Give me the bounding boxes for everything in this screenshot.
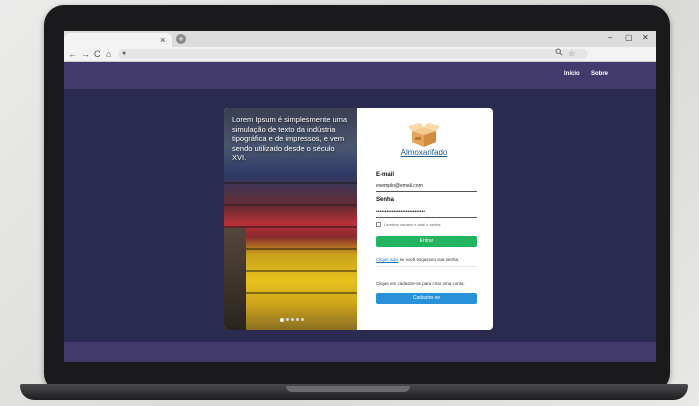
box-logo-icon	[408, 123, 440, 147]
browser-tab-bar: × + – ▢ ✕	[64, 31, 656, 47]
carousel-dot[interactable]	[286, 318, 289, 321]
carousel-dot[interactable]	[296, 318, 299, 321]
laptop-notch	[286, 386, 410, 392]
browser-toolbar: ← → C ⌂ ● ☆	[64, 47, 656, 62]
shelf-line	[224, 182, 357, 184]
brand-title: Almoxarifado	[400, 148, 448, 157]
star-icon[interactable]: ☆	[568, 48, 575, 60]
nav-link-sobre[interactable]: Sobre	[591, 71, 608, 77]
carousel-dot[interactable]	[280, 317, 284, 322]
reload-icon[interactable]: C	[94, 48, 101, 60]
checkbox-icon[interactable]	[376, 222, 381, 228]
back-icon[interactable]: ←	[68, 48, 77, 60]
login-card: Lorem Ipsum é simplesmente uma simulação…	[224, 108, 493, 330]
carousel-caption: Lorem Ipsum é simplesmente uma simulação…	[232, 115, 348, 162]
register-hint: Clique em cadastre-se para criar uma con…	[376, 281, 465, 286]
site-footer	[64, 342, 656, 362]
password-label: Senha	[376, 197, 395, 203]
aisle-floor	[224, 228, 246, 330]
home-icon[interactable]: ⌂	[106, 48, 111, 60]
email-label: E-mail	[376, 172, 395, 178]
laptop-screen: × + – ▢ ✕ ← → C ⌂ ● ☆ Início Sobre Lorem…	[64, 31, 656, 362]
divider	[376, 266, 477, 267]
new-tab-button[interactable]: +	[176, 34, 186, 44]
search-icon[interactable]	[555, 48, 563, 60]
close-window-icon[interactable]: ✕	[642, 33, 649, 43]
forward-icon[interactable]: →	[81, 48, 90, 60]
address-bar[interactable]: ●	[118, 49, 588, 59]
register-button[interactable]: Cadastre-se	[376, 293, 477, 304]
site-header: Início Sobre	[64, 62, 656, 89]
carousel-dot[interactable]	[301, 318, 304, 321]
forgot-password-link[interactable]: Clique aqui	[376, 257, 399, 262]
nav-link-inicio[interactable]: Início	[564, 71, 580, 77]
password-field[interactable]: ••••••••••••••••••••••••••••	[376, 208, 477, 218]
carousel-dot[interactable]	[291, 318, 294, 321]
login-button[interactable]: Entrar	[376, 236, 477, 247]
forgot-password-text: Clique aqui se você esqueceu sua senha.	[376, 257, 459, 262]
forgot-password-tail: se você esqueceu sua senha.	[398, 257, 460, 262]
minimize-icon[interactable]: –	[608, 33, 612, 43]
browser-tab[interactable]: ×	[64, 33, 172, 47]
shelf-line	[224, 204, 357, 206]
warehouse-photo: Lorem Ipsum é simplesmente uma simulação…	[224, 108, 357, 330]
email-field[interactable]: exemplo@email.com	[376, 182, 477, 192]
close-tab-icon[interactable]: ×	[160, 35, 165, 45]
maximize-icon[interactable]: ▢	[625, 33, 633, 43]
remember-label: Lembrar usuário e-mail e senha	[384, 222, 441, 227]
lock-icon: ●	[122, 50, 127, 57]
remember-checkbox[interactable]: Lembrar usuário e-mail e senha	[376, 222, 441, 228]
